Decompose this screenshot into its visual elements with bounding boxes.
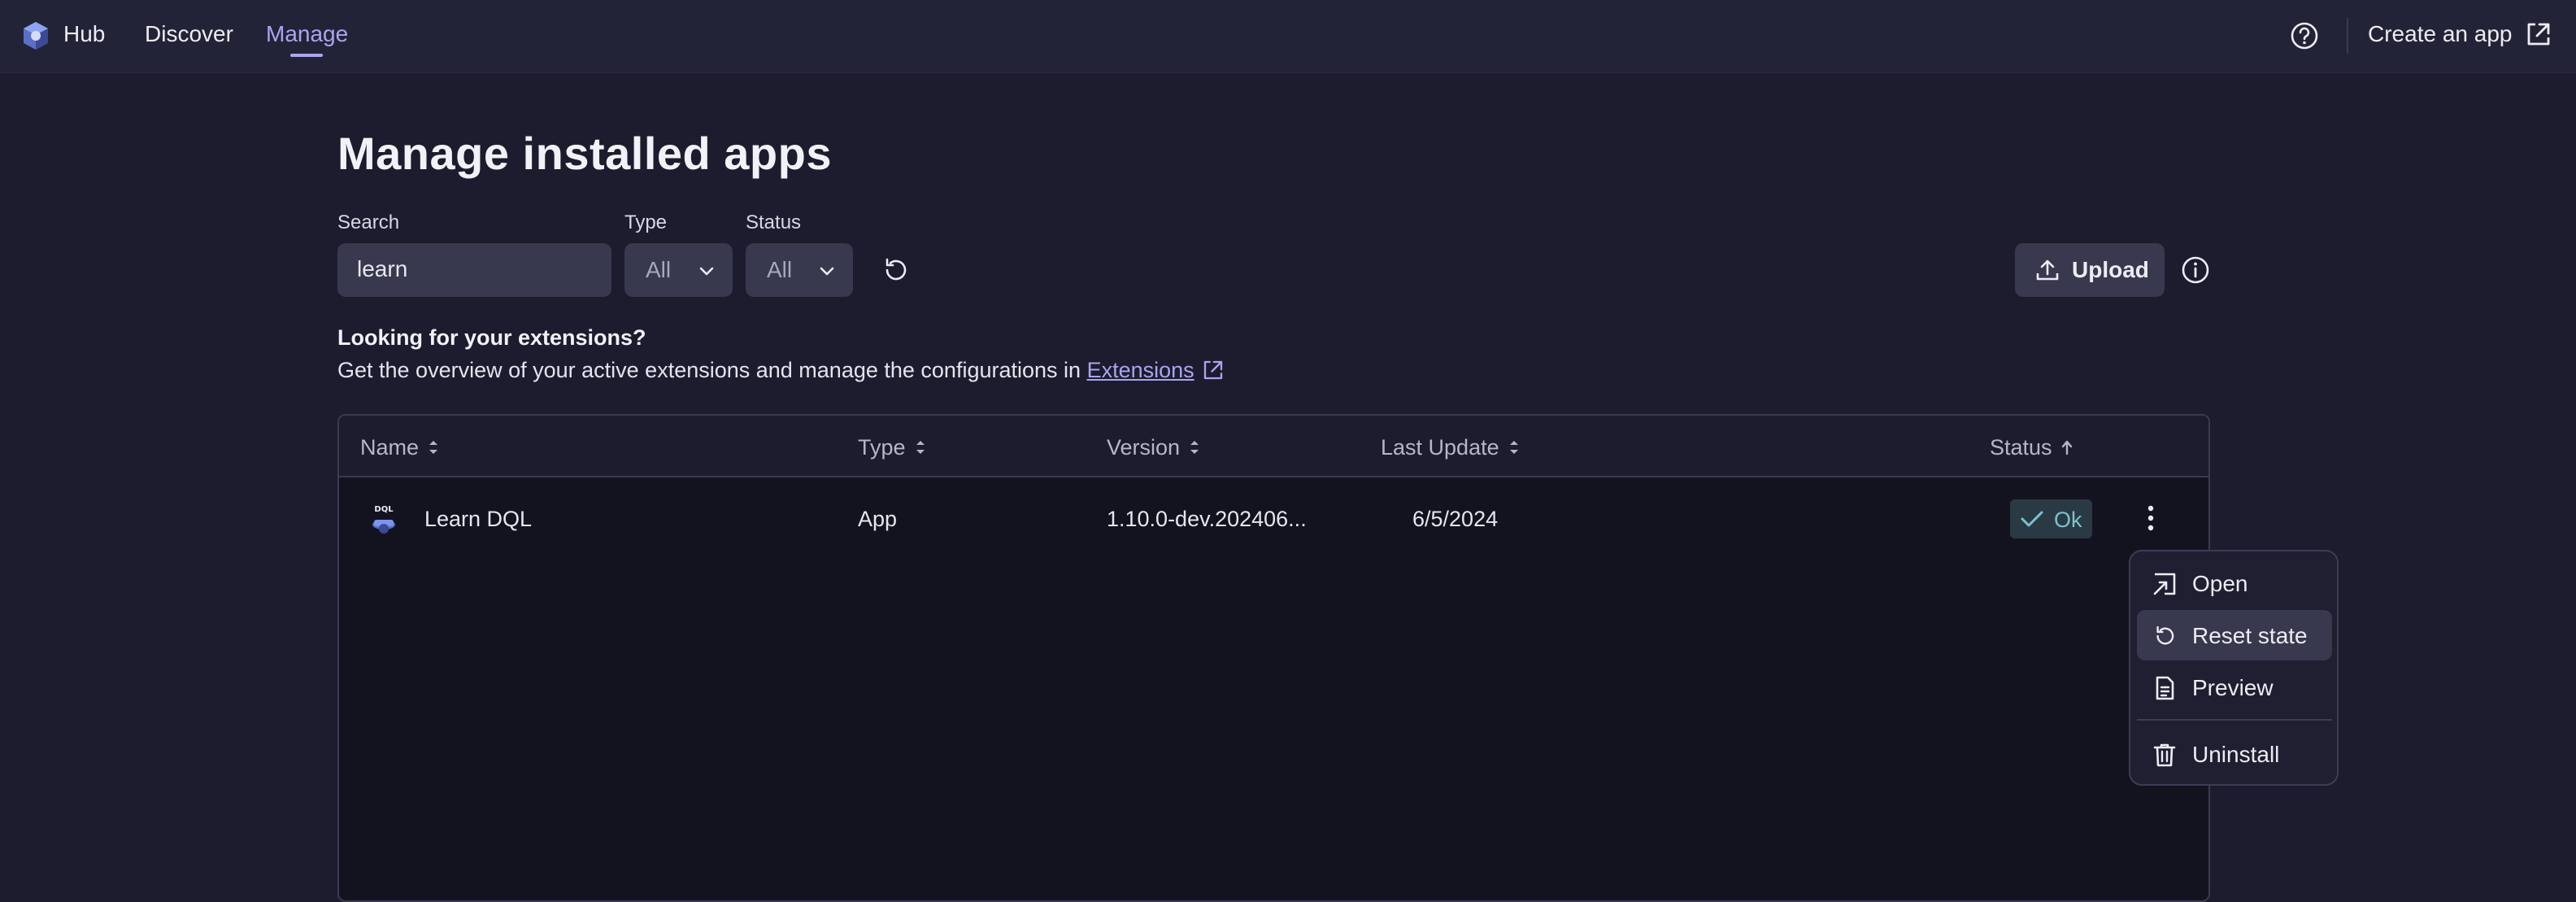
nav-manage-active-indicator <box>290 54 323 57</box>
sort-icon <box>1509 441 1518 454</box>
reset-filters-icon[interactable] <box>880 255 911 285</box>
column-header-label: Type <box>858 435 906 460</box>
status-select-value: All <box>767 257 793 282</box>
chevron-down-icon <box>820 267 834 276</box>
app-last-update: 6/5/2024 <box>1412 507 1499 531</box>
menu-item-open[interactable]: Open <box>2137 558 2332 608</box>
column-header-version[interactable]: Version <box>1107 435 1201 460</box>
hub-logo-icon[interactable] <box>20 20 52 52</box>
column-header-last-update[interactable]: Last Update <box>1381 435 1521 460</box>
extensions-notice: Get the overview of your active extensio… <box>337 358 1225 383</box>
search-input[interactable]: learn <box>337 243 611 297</box>
document-icon <box>2156 676 2174 700</box>
app-name[interactable]: Learn DQL <box>424 507 532 532</box>
type-select-value: All <box>646 257 672 282</box>
info-icon[interactable] <box>2179 254 2212 286</box>
column-header-label: Status <box>1990 435 2052 460</box>
extensions-heading: Looking for your extensions? <box>337 325 646 350</box>
open-icon <box>2153 573 2176 595</box>
menu-item-uninstall[interactable]: Uninstall <box>2137 729 2332 779</box>
more-actions-icon[interactable] <box>2143 500 2159 536</box>
nav-divider <box>2347 18 2348 54</box>
sort-icon <box>429 441 438 454</box>
sort-ascending-icon <box>2061 440 2072 455</box>
column-header-type[interactable]: Type <box>858 435 927 460</box>
menu-item-reset-state[interactable]: Reset state <box>2137 610 2332 660</box>
check-icon <box>2021 511 2043 527</box>
column-header-label: Last Update <box>1381 435 1499 460</box>
apps-table: Name Type Version Last Update Status DQL… <box>337 414 2210 902</box>
app-icon: DQL <box>372 505 395 534</box>
menu-divider <box>2137 719 2332 721</box>
type-select[interactable]: All <box>624 243 733 297</box>
create-app-link[interactable]: Create an app <box>2368 21 2512 47</box>
trash-icon <box>2153 743 2176 767</box>
help-icon[interactable] <box>2288 20 2321 52</box>
menu-item-label: Uninstall <box>2192 742 2280 767</box>
table-header: Name Type Version Last Update Status <box>339 416 2208 477</box>
external-link-icon[interactable] <box>1201 358 1225 382</box>
column-header-label: Name <box>360 435 420 460</box>
external-link-icon[interactable] <box>2524 20 2553 49</box>
chevron-down-icon <box>699 267 714 276</box>
sort-icon <box>1190 441 1199 454</box>
status-select[interactable]: All <box>746 243 853 297</box>
row-actions-menu: Open Reset state Preview Uninstall <box>2129 550 2339 786</box>
menu-item-label: Reset state <box>2192 623 2308 648</box>
page-title: Manage installed apps <box>337 128 832 179</box>
nav-manage[interactable]: Manage <box>266 21 348 47</box>
extensions-link[interactable]: Extensions <box>1087 358 1194 382</box>
menu-item-label: Preview <box>2192 675 2274 700</box>
nav-hub[interactable]: Hub <box>63 21 105 47</box>
status-badge: Ok <box>2010 499 2092 538</box>
upload-button[interactable]: Upload <box>2015 243 2165 297</box>
extensions-text: Get the overview of your active extensio… <box>337 358 1081 382</box>
status-label: Status <box>746 211 802 233</box>
column-header-status[interactable]: Status <box>1990 435 2073 460</box>
app-version: 1.10.0-dev.202406... <box>1107 507 1307 531</box>
column-header-name[interactable]: Name <box>360 435 440 460</box>
type-label: Type <box>624 211 668 233</box>
column-header-label: Version <box>1107 435 1181 460</box>
sort-icon <box>916 441 925 454</box>
upload-button-label: Upload <box>2072 257 2149 282</box>
app-type: App <box>858 507 898 531</box>
reset-icon <box>2156 625 2174 645</box>
status-badge-label: Ok <box>2054 508 2082 532</box>
menu-item-preview[interactable]: Preview <box>2137 662 2332 712</box>
search-label: Search <box>337 211 400 233</box>
app-icon-text: DQL <box>374 505 394 514</box>
nav-discover[interactable]: Discover <box>145 21 233 47</box>
upload-icon <box>2036 259 2059 281</box>
top-nav: Hub Discover Manage Create an app <box>0 0 2576 73</box>
menu-item-label: Open <box>2192 571 2248 596</box>
